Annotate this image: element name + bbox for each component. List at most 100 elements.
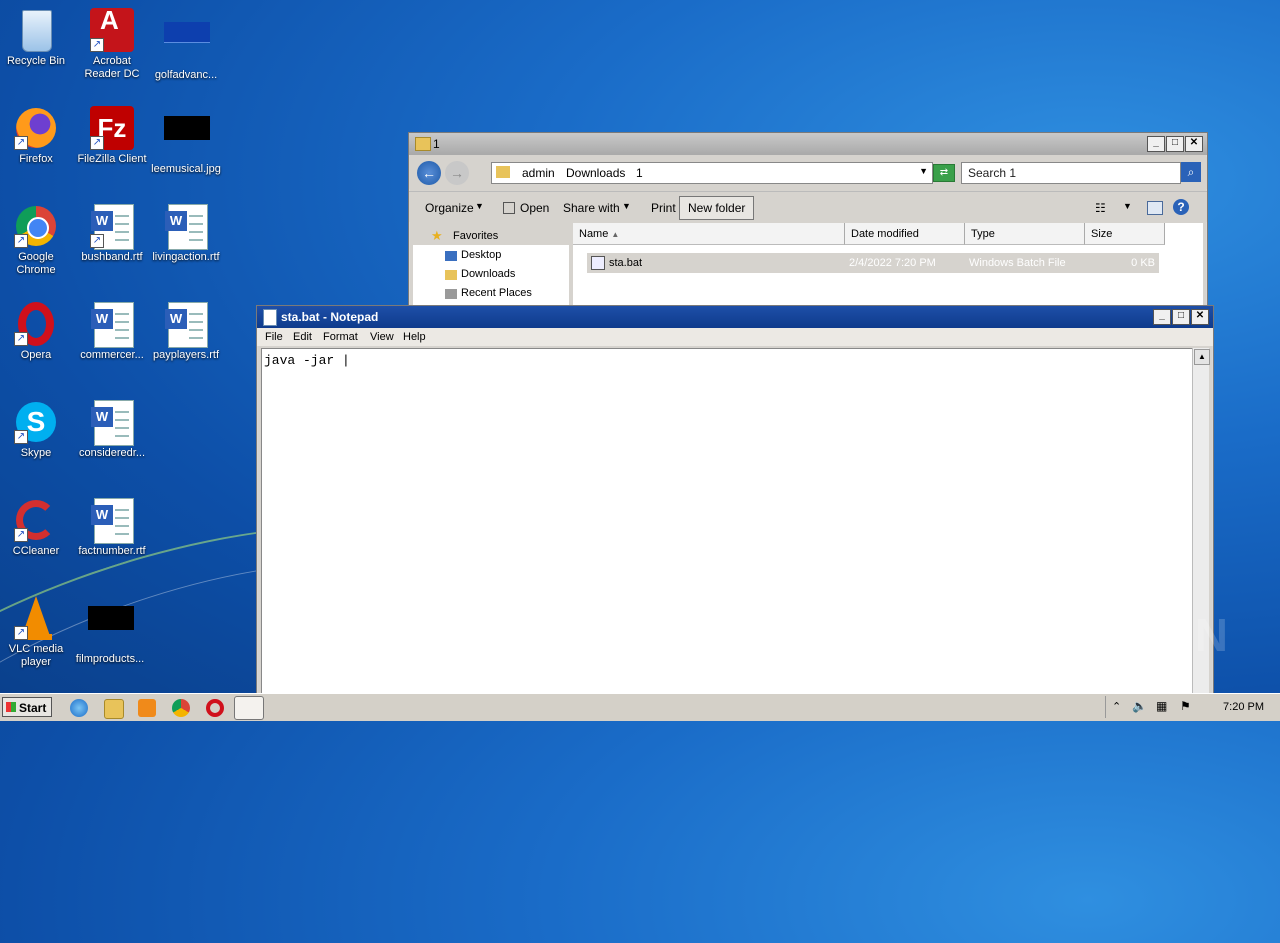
desktop-icon-acrobat[interactable]: A ↗ Acrobat Reader DC bbox=[74, 7, 150, 81]
menu-file[interactable]: File bbox=[265, 331, 283, 343]
maximize-button[interactable]: □ bbox=[1172, 309, 1190, 325]
column-name[interactable]: Name ▲ bbox=[573, 223, 845, 245]
favorites-row[interactable]: ★ Favorites bbox=[413, 227, 569, 245]
media-player-icon[interactable] bbox=[138, 699, 156, 717]
open-button[interactable]: Open bbox=[520, 201, 549, 215]
organize-menu[interactable]: Organize bbox=[425, 201, 474, 215]
menu-view[interactable]: View bbox=[370, 331, 394, 343]
scroll-up-icon[interactable]: ▲ bbox=[1194, 349, 1210, 365]
desktop-icon-filmproducts[interactable]: filmproducts... bbox=[72, 596, 148, 666]
desktop-icon-recycle-bin[interactable]: Recycle Bin bbox=[0, 8, 74, 68]
show-hidden-icons-icon[interactable]: ⌃ bbox=[1112, 700, 1121, 713]
notepad-taskbar-icon[interactable] bbox=[234, 696, 264, 720]
desktop-icon-payplayers[interactable]: W payplayers.rtf bbox=[148, 302, 224, 362]
desktop-icon-label: factnumber.rtf bbox=[78, 545, 146, 557]
desktop-icon-skype[interactable]: S ↗ Skype bbox=[0, 400, 74, 460]
desktop-icon-opera[interactable]: ↗ Opera bbox=[0, 302, 74, 362]
word-document-icon: W bbox=[164, 204, 208, 250]
file-date: 2/4/2022 7:20 PM bbox=[849, 257, 936, 269]
forward-button[interactable]: → bbox=[445, 161, 469, 185]
word-document-icon: W bbox=[90, 400, 134, 446]
open-icon bbox=[503, 202, 515, 214]
desktop-icon-label: Skype bbox=[20, 447, 52, 459]
breadcrumb-admin[interactable]: admin bbox=[522, 166, 555, 180]
favorites-label: Favorites bbox=[453, 230, 499, 242]
desktop-icon-vlc[interactable]: ↗ VLC media player bbox=[0, 596, 74, 669]
clock[interactable]: 7:20 PM bbox=[1223, 701, 1264, 713]
desktop-icon-consideredr[interactable]: W consideredr... bbox=[74, 400, 150, 460]
image-file-icon bbox=[88, 606, 134, 650]
explorer-titlebar[interactable]: 1 _ □ ✕ bbox=[409, 133, 1207, 155]
search-icon[interactable]: ⌕ bbox=[1181, 162, 1201, 182]
nav-item-recent-places[interactable]: Recent Places bbox=[461, 287, 532, 299]
view-dropdown-icon[interactable]: ▼ bbox=[1123, 201, 1132, 211]
file-name: sta.bat bbox=[609, 257, 643, 269]
opera-taskbar-icon[interactable] bbox=[206, 699, 224, 717]
refresh-button[interactable]: ⇄ bbox=[933, 164, 955, 182]
new-folder-button[interactable]: New folder bbox=[679, 196, 755, 220]
volume-icon[interactable]: 🔈 bbox=[1132, 699, 1147, 713]
search-input[interactable]: Search 1 bbox=[961, 162, 1181, 184]
desktop-icon-label: VLC media player bbox=[8, 643, 64, 668]
file-row[interactable]: sta.bat 2/4/2022 7:20 PM Windows Batch F… bbox=[587, 253, 1159, 273]
nav-item-downloads[interactable]: Downloads bbox=[461, 268, 515, 280]
shortcut-arrow-icon: ↗ bbox=[90, 234, 104, 248]
notepad-titlebar[interactable]: sta.bat - Notepad _ □ ✕ bbox=[257, 306, 1213, 328]
word-document-icon: W bbox=[164, 302, 208, 348]
close-button[interactable]: ✕ bbox=[1191, 309, 1209, 325]
shortcut-arrow-icon: ↗ bbox=[14, 332, 28, 346]
back-button[interactable]: ← bbox=[417, 161, 441, 185]
desktop-icon-factnumber[interactable]: W factnumber.rtf bbox=[74, 498, 150, 558]
shortcut-arrow-icon: ↗ bbox=[14, 626, 28, 640]
menu-edit[interactable]: Edit bbox=[293, 331, 312, 343]
organize-dropdown-icon[interactable]: ▼ bbox=[475, 201, 484, 211]
chrome-taskbar-icon[interactable] bbox=[172, 699, 190, 717]
address-bar[interactable]: admin Downloads 1 ▼ bbox=[491, 162, 933, 184]
help-icon[interactable]: ? bbox=[1173, 199, 1189, 215]
maximize-button[interactable]: □ bbox=[1166, 136, 1184, 152]
desktop-icon-label: CCleaner bbox=[12, 545, 60, 557]
ie-icon[interactable] bbox=[70, 699, 88, 717]
view-options-icon[interactable]: ☷ bbox=[1095, 201, 1106, 215]
share-with-menu[interactable]: Share with bbox=[563, 201, 620, 215]
desktop-nav-icon bbox=[445, 251, 457, 261]
desktop-icon-bushband[interactable]: W ↗ bushband.rtf bbox=[74, 204, 150, 264]
desktop-icon-leemusical[interactable]: leemusical.jpg bbox=[148, 106, 224, 176]
downloads-nav-icon bbox=[445, 270, 457, 280]
preview-pane-icon[interactable] bbox=[1147, 201, 1163, 215]
column-size[interactable]: Size bbox=[1085, 223, 1165, 245]
network-icon[interactable]: ▦ bbox=[1156, 699, 1167, 713]
search-placeholder: Search 1 bbox=[968, 166, 1017, 180]
folder-icon bbox=[415, 137, 431, 151]
dropdown-arrow-icon[interactable]: ▼ bbox=[919, 166, 928, 176]
desktop-icon-ccleaner[interactable]: ↗ CCleaner bbox=[0, 498, 74, 558]
close-button[interactable]: ✕ bbox=[1185, 136, 1203, 152]
desktop-icon-commercer[interactable]: W commercer... bbox=[74, 302, 150, 362]
desktop-icon-firefox[interactable]: ↗ Firefox bbox=[0, 106, 74, 166]
menu-help[interactable]: Help bbox=[403, 331, 426, 343]
desktop-icon-livingaction[interactable]: W livingaction.rtf bbox=[148, 204, 224, 264]
share-dropdown-icon[interactable]: ▼ bbox=[622, 201, 631, 211]
filezilla-icon: Fz ↗ bbox=[90, 106, 134, 150]
nav-item-desktop[interactable]: Desktop bbox=[461, 249, 501, 261]
skype-icon: S ↗ bbox=[14, 400, 58, 444]
star-icon: ★ bbox=[431, 228, 443, 243]
start-button[interactable]: Start bbox=[2, 697, 52, 717]
minimize-button[interactable]: _ bbox=[1147, 136, 1165, 152]
menu-format[interactable]: Format bbox=[323, 331, 358, 343]
explorer-taskbar-icon[interactable] bbox=[104, 699, 124, 719]
desktop-icon-chrome[interactable]: ↗ Google Chrome bbox=[0, 204, 74, 277]
column-date-modified[interactable]: Date modified bbox=[845, 223, 965, 245]
minimize-button[interactable]: _ bbox=[1153, 309, 1171, 325]
desktop-icon-filezilla[interactable]: Fz ↗ FileZilla Client bbox=[74, 106, 150, 166]
action-center-flag-icon[interactable]: ⚑ bbox=[1180, 699, 1191, 713]
shortcut-arrow-icon: ↗ bbox=[14, 136, 28, 150]
desktop-icon-golfadvanc[interactable]: golfadvanc... bbox=[148, 8, 224, 82]
column-type[interactable]: Type bbox=[965, 223, 1085, 245]
print-button[interactable]: Print bbox=[651, 201, 676, 215]
recycle-bin-icon bbox=[14, 8, 58, 52]
breadcrumb-downloads[interactable]: Downloads bbox=[566, 166, 625, 180]
breadcrumb-1[interactable]: 1 bbox=[636, 166, 643, 180]
chrome-icon: ↗ bbox=[14, 204, 58, 248]
navigation-pane: ★ Favorites Desktop Downloads Recent Pla… bbox=[413, 227, 569, 309]
